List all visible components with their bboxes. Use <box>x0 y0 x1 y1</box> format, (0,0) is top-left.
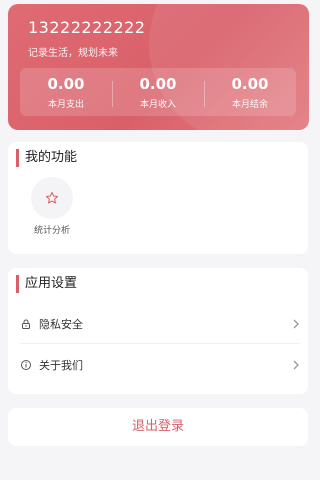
stat-balance-value: 0.00 <box>231 74 269 93</box>
stat-income-value: 0.00 <box>139 74 177 93</box>
chevron-right-icon <box>293 360 299 370</box>
stat-income: 0.00 本月收入 <box>112 75 204 110</box>
statistics-analysis-label: 统计分析 <box>33 226 70 236</box>
stat-income-label: 本月收入 <box>139 99 176 110</box>
functions-title: 我的功能 <box>16 149 77 167</box>
stat-expense-value: 0.00 <box>47 74 85 93</box>
functions-panel: 我的功能 统计分析 <box>8 142 308 254</box>
stat-balance: 0.00 本月结余 <box>204 75 296 110</box>
chevron-right-icon <box>293 319 299 328</box>
profile-header-card: 13222222222 记录生活，规划未来 0.00 本月支出 0.00 本月收… <box>8 4 309 130</box>
stat-balance-label: 本月结余 <box>231 99 268 110</box>
user-phone: 13222222222 <box>28 18 146 37</box>
logout-button[interactable]: 退出登录 <box>8 408 308 446</box>
info-icon <box>21 360 31 370</box>
lock-icon <box>22 319 30 329</box>
settings-item-privacy-label: 隐私安全 <box>39 317 83 331</box>
settings-item-about[interactable]: 关于我们 <box>20 345 300 385</box>
star-icon <box>45 191 59 204</box>
settings-title: 应用设置 <box>16 275 77 293</box>
settings-item-privacy[interactable]: 隐私安全 <box>20 304 300 344</box>
statistics-icon-wrap <box>31 177 73 219</box>
monthly-stats: 0.00 本月支出 0.00 本月收入 0.00 本月结余 <box>20 68 296 116</box>
stat-expense-label: 本月支出 <box>47 99 84 110</box>
settings-item-about-label: 关于我们 <box>39 359 83 372</box>
settings-panel: 应用设置 隐私安全 关于我们 <box>8 268 308 394</box>
statistics-analysis-button[interactable]: 统计分析 <box>28 177 76 236</box>
stat-expense: 0.00 本月支出 <box>20 75 112 110</box>
user-slogan: 记录生活，规划未来 <box>28 48 118 59</box>
